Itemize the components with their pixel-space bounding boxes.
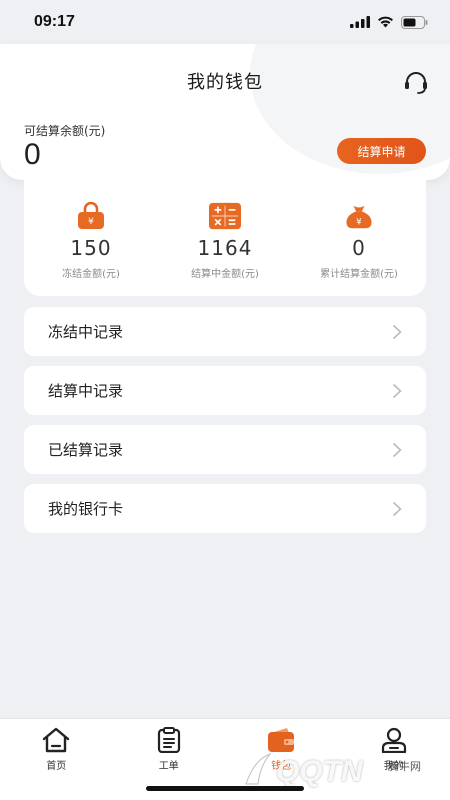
menu-item-label: 已结算记录	[48, 441, 124, 459]
watermark-subtext: 腾牛网	[388, 760, 421, 773]
battery-icon	[401, 15, 428, 29]
stats-card: ¥ 150 冻结金额(元) 1164 结算中金额(元) ¥ 0 累计结算金额(元…	[24, 180, 426, 296]
stat-value: 0	[352, 236, 366, 260]
page-title: 我的钱包	[187, 72, 263, 93]
customer-service-button[interactable]	[402, 70, 430, 96]
clipboard-icon	[154, 725, 184, 755]
balance-label: 可结算余额(元)	[24, 124, 106, 138]
menu-item-settling-records[interactable]: 结算中记录	[24, 366, 426, 415]
status-time: 09:17	[34, 13, 75, 30]
menu-item-label: 冻结中记录	[48, 323, 124, 341]
wallet-header-card: 我的钱包 可结算余额(元) 0 结算申请	[0, 44, 450, 180]
menu-item-label: 我的银行卡	[48, 500, 124, 518]
menu-item-frozen-records[interactable]: 冻结中记录	[24, 307, 426, 356]
stat-value: 1164	[197, 236, 253, 260]
calculator-icon	[209, 202, 241, 230]
chevron-right-icon	[392, 442, 402, 457]
stat-value: 150	[70, 236, 112, 260]
status-bar: 09:17	[0, 0, 450, 44]
stat-frozen[interactable]: ¥ 150 冻结金额(元)	[24, 180, 158, 296]
status-icons	[350, 15, 428, 29]
svg-text:¥: ¥	[88, 217, 94, 227]
tab-label: 工单	[158, 761, 179, 772]
svg-text:¥: ¥	[356, 216, 362, 226]
settle-apply-button[interactable]: 结算申请	[337, 138, 426, 164]
signal-icon	[350, 16, 370, 28]
stat-settling[interactable]: 1164 结算中金额(元)	[158, 180, 292, 296]
balance-value: 0	[24, 138, 41, 171]
menu-item-bank-card[interactable]: 我的银行卡	[24, 484, 426, 533]
stat-label: 累计结算金额(元)	[320, 269, 398, 280]
stat-total-settled[interactable]: ¥ 0 累计结算金额(元)	[292, 180, 426, 296]
headset-icon	[405, 72, 427, 94]
chevron-right-icon	[392, 501, 402, 516]
chevron-right-icon	[392, 324, 402, 339]
tab-label: 首页	[46, 761, 67, 772]
stat-label: 结算中金额(元)	[191, 269, 259, 280]
home-icon	[41, 725, 71, 755]
tab-home[interactable]: 首页	[0, 719, 113, 800]
chevron-right-icon	[392, 383, 402, 398]
wifi-icon	[378, 16, 393, 28]
stat-label: 冻结金额(元)	[62, 269, 120, 280]
watermark-text: QQTN	[276, 755, 363, 788]
menu-item-label: 结算中记录	[48, 382, 124, 400]
menu-item-settled-records[interactable]: 已结算记录	[24, 425, 426, 474]
money-bag-icon: ¥	[343, 202, 375, 230]
watermark-logo-icon	[245, 752, 272, 785]
lock-bag-icon: ¥	[75, 202, 107, 230]
home-indicator	[146, 786, 304, 791]
